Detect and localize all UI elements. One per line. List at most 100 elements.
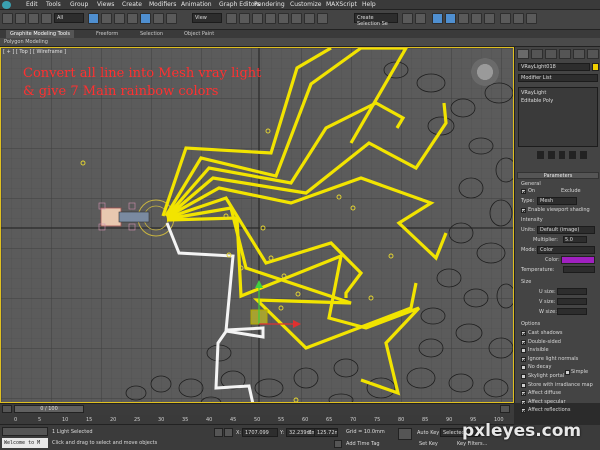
edit-named-sel-icon[interactable] [317, 13, 328, 24]
on-checkbox[interactable] [521, 189, 526, 194]
temperature-spinner[interactable] [563, 266, 595, 273]
simple-checkbox[interactable] [565, 370, 570, 375]
option-checkbox[interactable] [521, 382, 526, 388]
option-checkbox[interactable] [521, 348, 526, 354]
set-key-button[interactable]: Set Key [419, 441, 438, 447]
z-coordinate-field[interactable]: 125.72mm [314, 428, 338, 437]
tab-graphite-modeling-tools[interactable]: Graphite Modeling Tools [6, 30, 75, 38]
u-size-spinner[interactable] [557, 288, 587, 295]
x-coordinate-field[interactable]: 1707.099 [242, 428, 278, 437]
utilities-tab-icon[interactable] [587, 49, 599, 59]
menu-views[interactable]: Views [97, 1, 114, 8]
configure-sets-icon[interactable] [580, 151, 587, 159]
next-frame-icon[interactable] [500, 405, 510, 413]
display-tab-icon[interactable] [573, 49, 585, 59]
stack-item-vraylight[interactable]: VRayLight [521, 90, 546, 96]
mirror-icon[interactable] [402, 13, 413, 24]
app-logo-icon[interactable] [2, 1, 11, 9]
pivot-icon[interactable] [226, 13, 237, 24]
scale-icon[interactable] [166, 13, 177, 24]
redo-icon[interactable] [15, 13, 26, 24]
menu-edit[interactable]: Edit [26, 1, 38, 8]
unlink-icon[interactable] [41, 13, 52, 24]
set-key-icon[interactable] [398, 428, 412, 440]
maxscript-mini-listener[interactable]: Welcome to M [2, 438, 48, 448]
graphite-toggle-icon[interactable] [445, 13, 456, 24]
rect-select-icon[interactable] [114, 13, 125, 24]
move-icon[interactable] [140, 13, 151, 24]
v-size-spinner[interactable] [557, 298, 587, 305]
undo-icon[interactable] [2, 13, 13, 24]
object-color-swatch[interactable] [592, 63, 599, 71]
rotate-icon[interactable] [153, 13, 164, 24]
option-checkbox[interactable] [521, 331, 526, 336]
tab-freeform[interactable]: Freeform [92, 30, 122, 38]
option-checkbox[interactable] [521, 399, 526, 405]
option-checkbox[interactable] [521, 374, 526, 379]
select-manipulate-icon[interactable] [239, 13, 250, 24]
track-bar[interactable]: 0 5 10 15 20 25 30 35 40 45 50 55 60 65 70 75 80 85 90 95 10… [0, 415, 514, 425]
option-checkbox[interactable] [521, 356, 526, 362]
menu-maxscript[interactable]: MAXScript [326, 1, 357, 8]
viewport-canvas[interactable] [1, 48, 514, 403]
viewcube-icon[interactable] [471, 58, 499, 86]
viewport-top[interactable]: [ + ] [ Top ] [ Wireframe ] Convert all … [0, 47, 514, 403]
w-size-spinner[interactable] [557, 308, 587, 315]
exclude-button[interactable]: Exclude [561, 188, 581, 194]
type-dropdown[interactable]: Mesh [537, 197, 577, 205]
rollout-parameters[interactable]: Parameters [517, 172, 599, 179]
hierarchy-tab-icon[interactable] [545, 49, 557, 59]
create-tab-icon[interactable] [517, 49, 529, 59]
window-crossing-icon[interactable] [127, 13, 138, 24]
time-slider-thumb[interactable]: 0 / 100 [14, 405, 84, 413]
schematic-view-icon[interactable] [471, 13, 482, 24]
tab-object-paint[interactable]: Object Paint [180, 30, 218, 38]
menu-modifiers[interactable]: Modifiers [149, 1, 176, 8]
curve-editor-icon[interactable] [458, 13, 469, 24]
maxscript-listener-icon[interactable] [2, 427, 48, 436]
stack-item-editable-poly[interactable]: Editable Poly [521, 98, 553, 104]
select-object-icon[interactable] [88, 13, 99, 24]
percent-snap-icon[interactable] [291, 13, 302, 24]
modify-tab-icon[interactable] [531, 49, 543, 59]
remove-modifier-icon[interactable] [569, 151, 577, 159]
menu-tools[interactable]: Tools [46, 1, 61, 8]
render-setup-icon[interactable] [500, 13, 511, 24]
pin-stack-icon[interactable] [537, 151, 544, 159]
viewport-label[interactable]: [ + ] [ Top ] [ Wireframe ] [3, 49, 66, 55]
menu-create[interactable]: Create [122, 1, 142, 8]
snaps-toggle-icon[interactable] [265, 13, 276, 24]
add-time-tag[interactable]: Add Time Tag [346, 441, 380, 447]
object-name-field[interactable]: VRayLight018 [518, 63, 590, 71]
mode-dropdown[interactable]: Color [537, 246, 595, 254]
keyboard-shortcut-icon[interactable] [252, 13, 263, 24]
menu-customize[interactable]: Customize [290, 1, 322, 8]
multiplier-spinner[interactable]: 5.0 [563, 236, 587, 243]
light-color-swatch[interactable] [561, 256, 595, 264]
units-dropdown[interactable]: Default (image) [537, 226, 595, 234]
tab-selection[interactable]: Selection [136, 30, 167, 38]
angle-snap-icon[interactable] [278, 13, 289, 24]
spinner-snap-icon[interactable] [304, 13, 315, 24]
lock-selection-icon[interactable] [214, 428, 223, 437]
absolute-mode-icon[interactable] [224, 428, 233, 437]
reference-coord-dropdown[interactable]: View [192, 13, 222, 23]
prev-frame-icon[interactable] [2, 405, 12, 413]
select-by-name-icon[interactable] [101, 13, 112, 24]
option-checkbox[interactable] [521, 339, 526, 345]
option-checkbox[interactable] [521, 365, 526, 371]
option-checkbox[interactable] [521, 391, 526, 397]
render-production-icon[interactable] [526, 13, 537, 24]
time-tag-icon[interactable] [334, 440, 342, 448]
menu-help[interactable]: Help [362, 1, 376, 8]
menu-rendering[interactable]: Rendering [254, 1, 285, 8]
menu-animation[interactable]: Animation [181, 1, 212, 8]
option-checkbox[interactable] [521, 408, 526, 414]
layer-manager-icon[interactable] [432, 13, 443, 24]
link-icon[interactable] [28, 13, 39, 24]
viewport-shading-checkbox[interactable] [521, 208, 526, 213]
material-editor-icon[interactable] [484, 13, 495, 24]
show-end-result-icon[interactable] [547, 151, 555, 159]
menu-group[interactable]: Group [70, 1, 88, 8]
auto-key-button[interactable]: Auto Key [417, 430, 439, 436]
